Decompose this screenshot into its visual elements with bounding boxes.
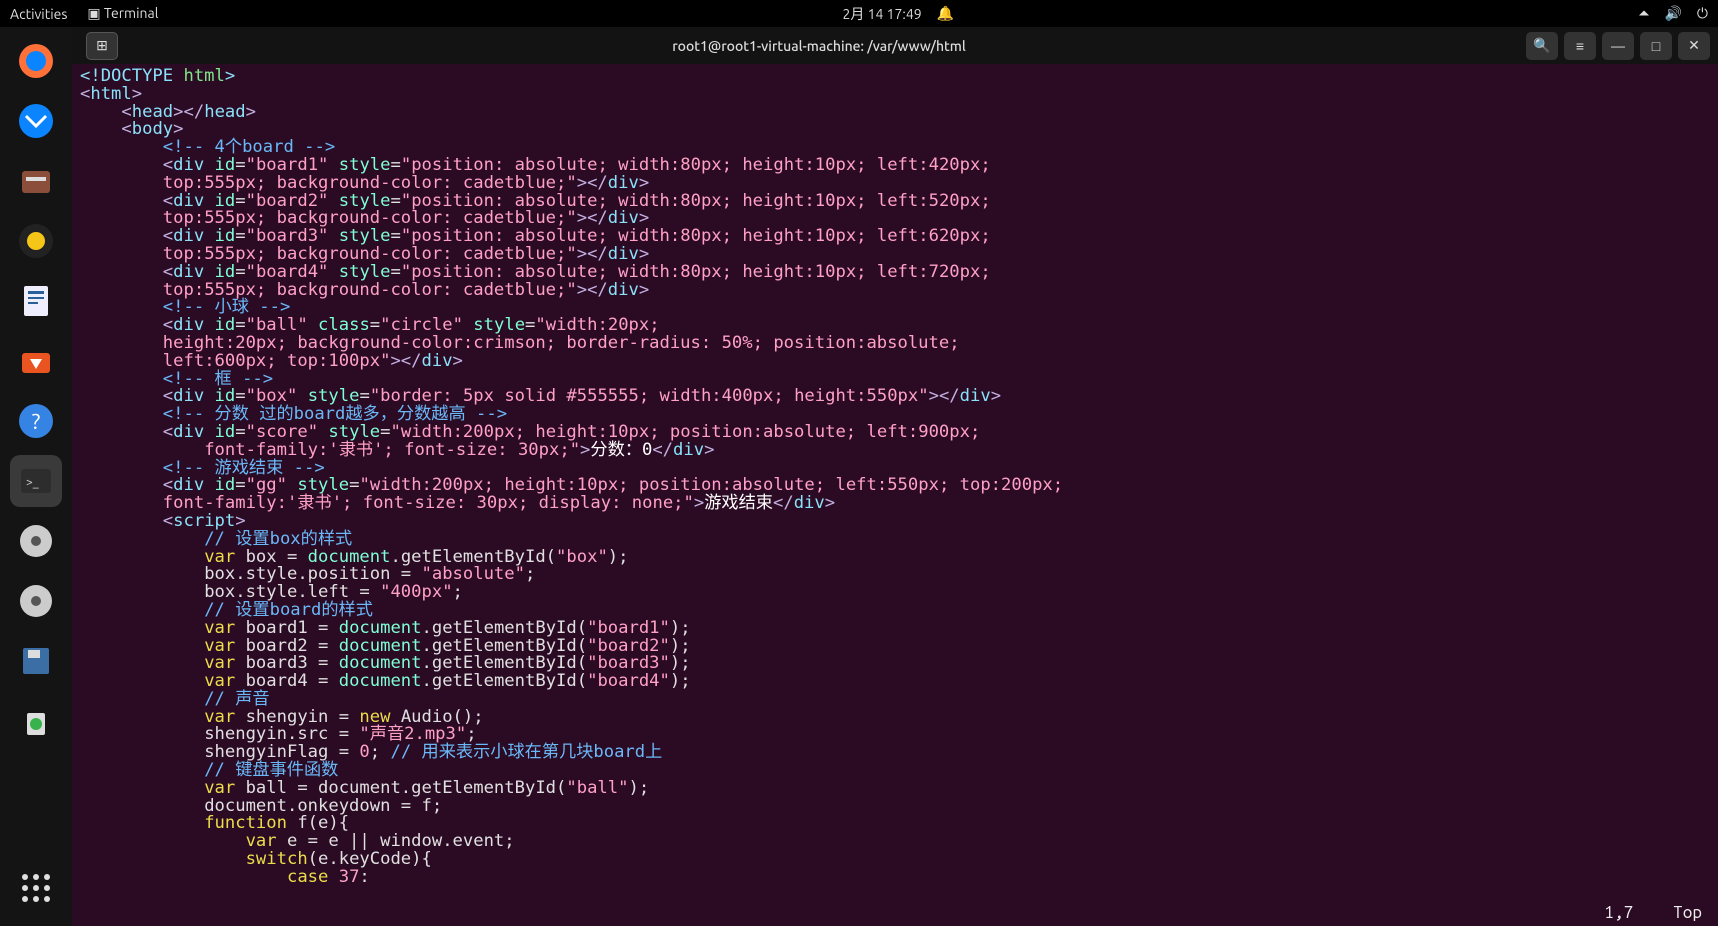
thunderbird-icon[interactable] bbox=[10, 95, 62, 147]
svg-text:?: ? bbox=[32, 409, 41, 434]
window-titlebar: ⊞ root1@root1-virtual-machine: /var/www/… bbox=[72, 27, 1718, 64]
current-app[interactable]: ▣ Terminal bbox=[87, 5, 158, 22]
terminal-app-icon[interactable]: >_ bbox=[10, 455, 62, 507]
cursor-position: 1,7 bbox=[1604, 904, 1633, 922]
disc-icon-1[interactable] bbox=[10, 515, 62, 567]
scroll-position: Top bbox=[1673, 904, 1702, 922]
minimize-button[interactable]: — bbox=[1602, 32, 1634, 60]
window-title: root1@root1-virtual-machine: /var/www/ht… bbox=[118, 38, 1520, 54]
disc-icon-2[interactable] bbox=[10, 575, 62, 627]
firefox-icon[interactable] bbox=[10, 35, 62, 87]
terminal-icon: ▣ bbox=[87, 5, 100, 22]
clock[interactable]: 2月 14 17:49 bbox=[843, 4, 922, 24]
power-icon[interactable]: ⏻ bbox=[1697, 5, 1708, 22]
code-content: <!DOCTYPE html> <html> <head></head> <bo… bbox=[80, 68, 1710, 887]
search-button[interactable]: 🔍 bbox=[1526, 32, 1558, 60]
volume-icon[interactable]: 🔊 bbox=[1664, 5, 1681, 22]
app-label: Terminal bbox=[104, 5, 159, 21]
svg-text:>_: >_ bbox=[26, 476, 39, 489]
libreoffice-writer-icon[interactable] bbox=[10, 275, 62, 327]
ubuntu-software-icon[interactable] bbox=[10, 335, 62, 387]
files-icon[interactable] bbox=[10, 155, 62, 207]
floppy-icon[interactable] bbox=[10, 635, 62, 687]
terminal-editor[interactable]: <!DOCTYPE html> <html> <head></head> <bo… bbox=[72, 64, 1718, 926]
trash-icon[interactable] bbox=[10, 695, 62, 747]
gnome-topbar: Activities ▣ Terminal 2月 14 17:49 🔔 ⏶ 🔊 … bbox=[0, 0, 1718, 27]
vim-statusbar: 1,7 Top bbox=[1604, 904, 1702, 922]
network-icon[interactable]: ⏶ bbox=[1638, 5, 1649, 22]
activities-button[interactable]: Activities bbox=[10, 6, 67, 22]
dock: ? >_ bbox=[0, 27, 72, 926]
menu-button[interactable]: ≡ bbox=[1564, 32, 1596, 60]
notification-icon[interactable]: 🔔 bbox=[937, 5, 954, 22]
rhythmbox-icon[interactable] bbox=[10, 215, 62, 267]
close-button[interactable]: ✕ bbox=[1678, 32, 1710, 60]
show-applications-icon[interactable] bbox=[10, 862, 62, 914]
new-tab-button[interactable]: ⊞ bbox=[86, 32, 118, 60]
maximize-button[interactable]: □ bbox=[1640, 32, 1672, 60]
help-icon[interactable]: ? bbox=[10, 395, 62, 447]
